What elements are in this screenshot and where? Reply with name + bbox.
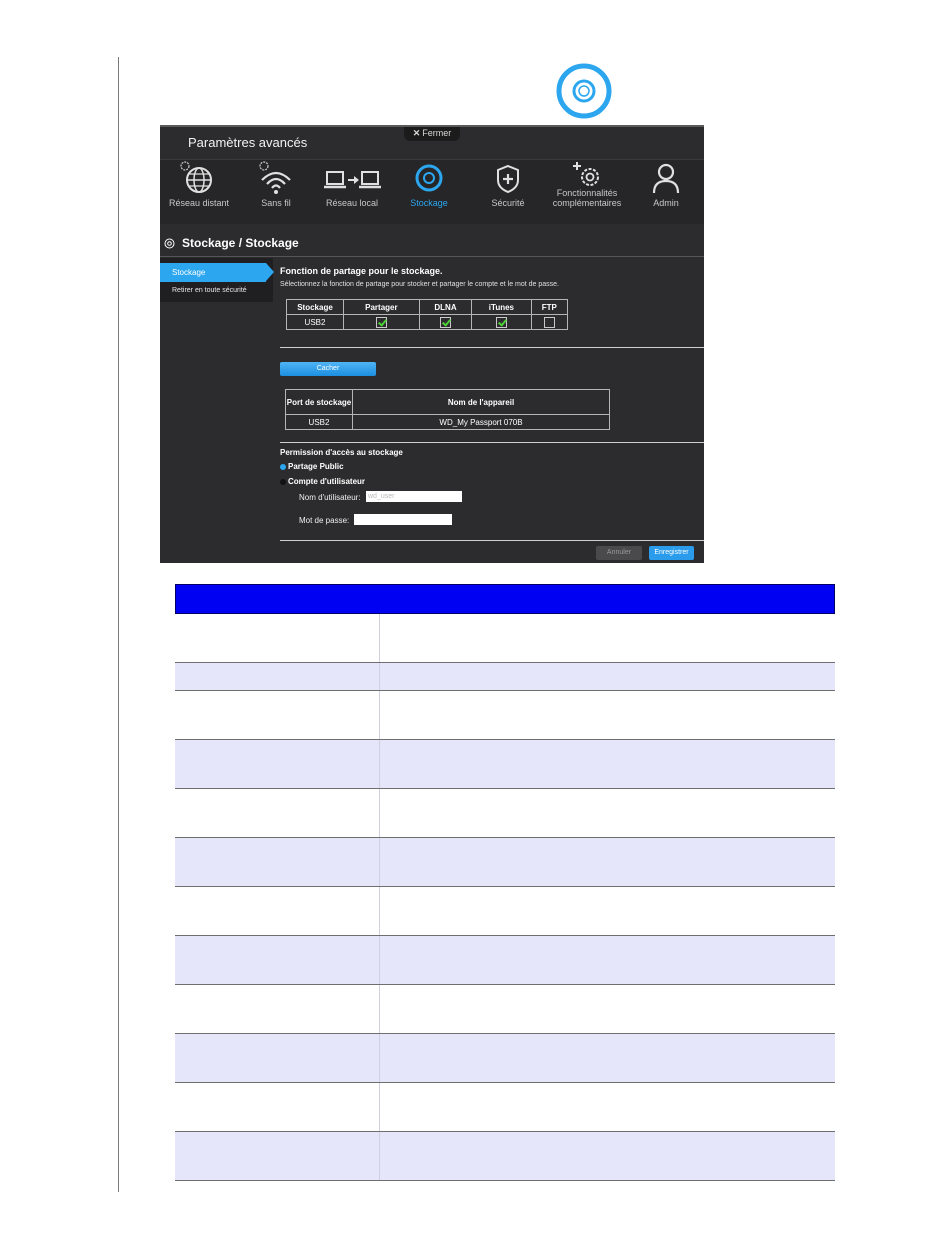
permission-heading: Permission d'accès au stockage	[280, 448, 403, 457]
sharing-heading: Fonction de partage pour le stockage.	[280, 266, 443, 276]
col-header: DLNA	[418, 299, 473, 315]
globe-gear-icon	[180, 161, 212, 193]
cancel-button[interactable]: Annuler	[596, 546, 642, 560]
itunes-cell	[471, 314, 532, 330]
table-row	[175, 663, 835, 691]
window-title: Paramètres avancés	[188, 135, 308, 150]
table-row	[175, 1083, 835, 1132]
storage-disc-icon	[556, 63, 612, 119]
ftp-checkbox[interactable]	[543, 316, 555, 328]
col-header: Nom de l'appareil	[352, 389, 610, 415]
close-button[interactable]: ✕ Fermer	[404, 127, 460, 141]
radio-selected-icon	[280, 463, 286, 470]
device-name-cell: WD_My Passport 070B	[352, 414, 610, 430]
sidebar-item-safe-removal[interactable]: Retirer en toute sécurité	[172, 287, 247, 294]
storage-cell: USB2	[286, 314, 344, 330]
page-margin-line	[118, 57, 119, 1192]
router-settings-screenshot: ✕ Fermer Paramètres avancés Réseau distan…	[160, 125, 704, 563]
user-icon	[652, 163, 680, 194]
nav-security[interactable]: Sécurité	[475, 160, 541, 224]
doc-table-header	[175, 584, 835, 614]
table-row	[175, 614, 835, 663]
nav-storage[interactable]: Stockage	[400, 160, 458, 224]
nav-remote-network-label: Réseau distant	[168, 198, 230, 208]
sharing-table: Stockage Partager DLNA iTunes FTP USB2	[286, 299, 569, 330]
nav-extra-features[interactable]: Fonctionnalités complémentaires	[548, 160, 626, 224]
col-header: iTunes	[471, 299, 532, 315]
divider	[280, 347, 704, 348]
page-title: Stockage / Stockage	[160, 235, 704, 255]
laptop-to-laptop-icon	[324, 171, 381, 189]
table-row	[175, 789, 835, 838]
col-header: Port de stockage	[285, 389, 353, 415]
table-row	[175, 838, 835, 887]
table-row	[175, 985, 835, 1034]
col-header: Partager	[343, 299, 420, 315]
nav-admin-label: Admin	[653, 198, 679, 208]
itunes-checkbox[interactable]	[495, 316, 507, 328]
username-input[interactable]: wd_user	[366, 491, 462, 502]
nav-local-network-label: Réseau local	[325, 198, 379, 208]
table-row: USB2	[286, 314, 569, 330]
wifi-gear-icon	[259, 161, 291, 194]
shield-plus-icon	[497, 164, 519, 194]
storage-disc-icon	[415, 164, 443, 192]
port-cell: USB2	[285, 414, 353, 430]
nav-extra-features-label: Fonctionnalités complémentaires	[552, 188, 622, 208]
close-icon: ✕	[412, 128, 421, 138]
public-share-label: Partage Public	[288, 462, 344, 471]
public-share-radio[interactable]: Partage Public	[280, 462, 344, 471]
sidebar-item-storage[interactable]: Stockage	[160, 263, 274, 282]
nav-local-network[interactable]: Réseau local	[316, 160, 388, 224]
save-button[interactable]: Enregistrer	[649, 546, 694, 560]
table-row	[175, 691, 835, 740]
doc-table	[175, 584, 835, 1181]
password-input[interactable]	[354, 514, 452, 525]
col-header: FTP	[530, 299, 569, 315]
user-account-radio[interactable]: Compte d'utilisateur	[280, 477, 365, 486]
divider	[280, 540, 704, 541]
nav-storage-label: Stockage	[410, 198, 448, 208]
table-row	[175, 887, 835, 936]
partager-cell	[343, 314, 420, 330]
table-row	[175, 936, 835, 985]
hide-button[interactable]: Cacher	[280, 362, 376, 376]
page-title-text: Stockage / Stockage	[182, 236, 299, 250]
sidebar: Stockage Retirer en toute sécurité	[160, 258, 274, 302]
username-label: Nom d'utilisateur:	[299, 493, 361, 502]
user-account-label: Compte d'utilisateur	[288, 477, 366, 486]
nav-security-label: Sécurité	[491, 198, 525, 208]
radio-unselected-icon	[280, 478, 286, 485]
close-label: Fermer	[422, 128, 452, 138]
nav-wireless-label: Sans fil	[261, 198, 291, 208]
table-row: USB2 WD_My Passport 070B	[285, 414, 610, 430]
divider	[160, 256, 704, 257]
divider	[280, 442, 704, 443]
table-row	[175, 740, 835, 789]
password-label: Mot de passe:	[299, 516, 350, 525]
top-nav: Réseau distant Sans fil Réseau local Sto…	[160, 159, 704, 224]
partager-checkbox[interactable]	[375, 316, 387, 328]
nav-remote-network[interactable]: Réseau distant	[166, 160, 232, 224]
table-row	[175, 1132, 835, 1181]
col-header: Stockage	[286, 299, 344, 315]
dlna-cell	[418, 314, 473, 330]
sharing-subtext: Sélectionnez la fonction de partage pour…	[280, 281, 559, 288]
dlna-checkbox[interactable]	[440, 316, 451, 328]
storage-disc-icon	[164, 238, 175, 249]
nav-admin[interactable]: Admin	[640, 160, 692, 224]
table-row	[175, 1034, 835, 1083]
ftp-cell	[530, 314, 569, 330]
gears-plus-icon	[573, 162, 599, 186]
devices-table: Port de stockage Nom de l'appareil USB2 …	[285, 389, 610, 430]
nav-wireless[interactable]: Sans fil	[244, 160, 308, 224]
